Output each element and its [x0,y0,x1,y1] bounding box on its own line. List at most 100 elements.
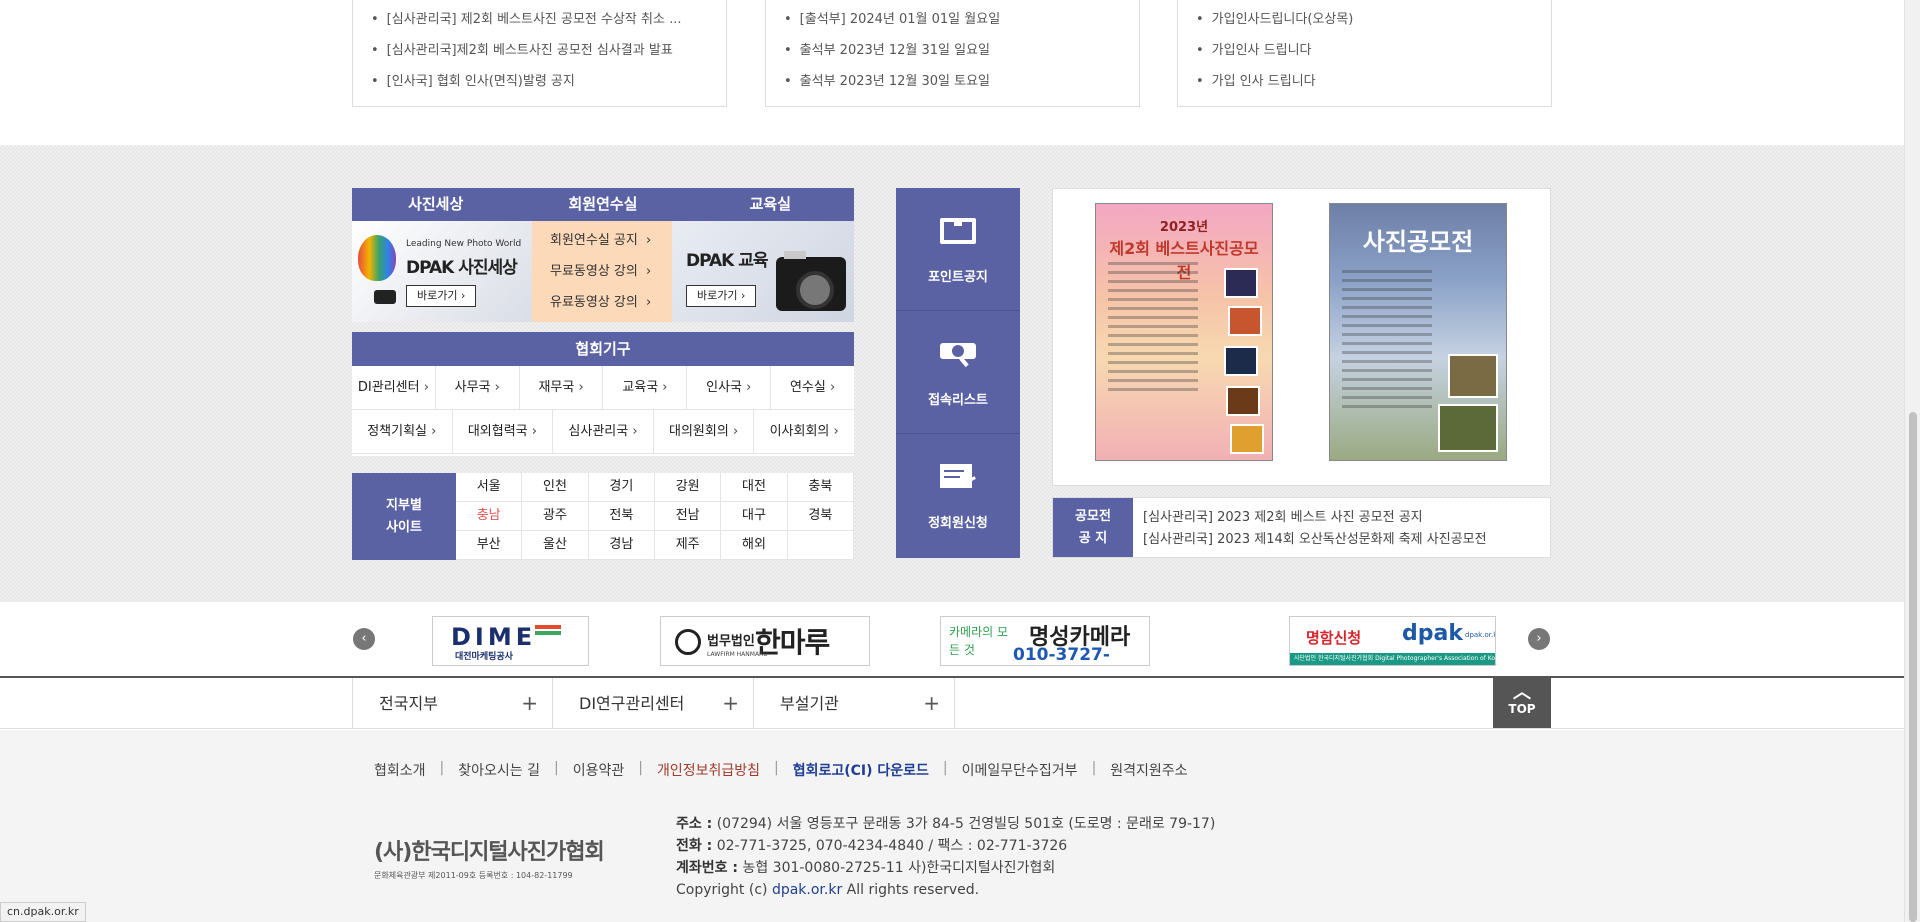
notice-box-greetings: 가입인사드립니다(오상목) 가입인사 드립니다 가입 인사 드립니다 [1177,0,1552,107]
attendance-item[interactable]: [출석부] 2024년 01월 01일 월요일 [784,8,1139,39]
contest-item[interactable]: [심사관리국] 2023 제2회 베스트 사진 공모전 공지 [1143,508,1487,530]
copyright-link[interactable]: dpak.or.kr [772,882,842,898]
education-goto-button[interactable]: 바로가기 [686,285,757,307]
branch-label-line2: 사이트 [386,519,422,535]
osan-photo-poster[interactable]: 사진공모전 [1329,203,1507,461]
banner-myungsung-camera[interactable]: 카메라의 모든 것 명성카메라 010-3727-9106 [940,616,1150,666]
footer-logo-name: (사)한국디지털사진가협회 [374,840,605,865]
branch-link[interactable]: 제주 [655,531,722,560]
branch-link[interactable]: 광주 [522,502,589,531]
branch-link[interactable]: 경북 [787,502,854,531]
best-photo-poster[interactable]: 2023년 제2회 베스트사진공모전 [1095,203,1273,461]
hanmaru-eng: LAWFIRM HANMARU [707,651,768,658]
access-list-button[interactable]: 접속리스트 [896,311,1020,434]
banner-hanmaru[interactable]: 법무법인 한마루 LAWFIRM HANMARU [660,616,870,666]
notice-item[interactable]: [인사국] 협회 인사(면직)발령 공지 [371,70,726,101]
banner-next-button[interactable]: › [1528,628,1550,650]
tab-education[interactable]: 교육실 [687,188,854,221]
page-scrollbar[interactable] [1904,0,1920,922]
org-link[interactable]: 교육국 [603,366,688,409]
poster-photo [1230,424,1264,454]
notice-item[interactable]: [심사관리국] 제2회 베스트사진 공모전 수상작 취소 ... [371,8,726,39]
scrollbar-thumb[interactable] [1909,412,1917,922]
free-video-link[interactable]: 무료동영상 강의 [532,260,672,291]
education-panel: DPAK 교육 바로가기 [672,221,854,322]
point-notice-button[interactable]: 포인트공지 [896,188,1020,311]
photo-world-goto-button[interactable]: 바로가기 [406,285,477,307]
dpak-org-bar: 사단법인 한국디지털사진가협회 Digital Photographer's A… [1290,653,1495,665]
branch-link[interactable]: 서울 [456,473,523,502]
org-link[interactable]: 인사국 [687,366,772,409]
footer-logo: (사)한국디지털사진가협회 문화체육관광부 제2011-09호 등록번호 : 1… [374,834,605,881]
phone-label: 전화 : [676,838,713,854]
org-link[interactable]: 대의원회의 [654,410,755,453]
org-link[interactable]: 심사관리국 [553,410,654,453]
camera-shop-phone: 010-3727-9106 [1013,645,1110,665]
greeting-item[interactable]: 가입인사드립니다(오상목) [1196,8,1551,39]
branch-sites: 지부별 사이트 서울 인천 경기 강원 대전 충북 충남 광주 전북 전남 대구 … [352,473,854,560]
poster-photo [1228,306,1262,336]
scroll-top-button[interactable]: ︿ TOP [1493,676,1551,728]
branch-link[interactable]: 전남 [655,502,722,531]
magnifier-icon [940,343,976,368]
training-links-panel: 회원연수실 공지 무료동영상 강의 유료동영상 강의 [532,221,672,322]
training-notice-link[interactable]: 회원연수실 공지 [532,229,672,260]
footer-link-logo-download[interactable]: 협회로고(CI) 다운로드 [793,760,929,780]
banner-prev-button[interactable]: ‹ [353,628,375,650]
member-apply-button[interactable]: 정회원신청 [896,434,1020,557]
branch-link[interactable]: 대구 [721,502,788,531]
tab-member-training[interactable]: 회원연수실 [519,188,686,221]
contest-label-line1: 공모전 [1075,508,1111,524]
banner-dime[interactable]: DIME 대전마케팅공사 [432,616,589,666]
branch-link[interactable]: 대전 [721,473,788,502]
member-apply-label: 정회원신청 [928,516,988,531]
greeting-item[interactable]: 가입 인사 드립니다 [1196,70,1551,101]
footer-menu-bar: 전국지부 + DI연구관리센터 + 부설기관 + [0,676,1904,729]
org-link[interactable]: 사무국 [436,366,520,409]
footer-link-about[interactable]: 협회소개 [374,760,426,780]
attendance-item[interactable]: 출석부 2023년 12월 30일 토요일 [784,70,1139,101]
photo-world-panel: Leading New Photo World DPAK 사진세상 바로가기 [352,221,532,322]
branch-link[interactable]: 인천 [522,473,589,502]
footer-link-directions[interactable]: 찾아오시는 길 [458,760,540,780]
branch-link[interactable]: 충북 [787,473,854,502]
footer-link-privacy[interactable]: 개인정보취급방침 [657,760,760,780]
notice-section: [심사관리국] 제2회 베스트사진 공모전 수상작 취소 ... [심사관리국]… [0,0,1904,145]
education-brand: DPAK 교육 [686,251,769,271]
footer-menu-branches[interactable]: 전국지부 + [352,678,553,729]
branch-link[interactable]: 경기 [588,473,655,502]
plus-icon: + [722,691,739,715]
org-link[interactable]: 정책기획실 [352,410,453,453]
branch-link[interactable]: 해외 [721,531,788,560]
notice-item[interactable]: [심사관리국]제2회 베스트사진 공모전 심사결과 발표 [371,39,726,70]
footer-link-remote-support[interactable]: 원격지원주소 [1110,760,1187,780]
contest-label-line2: 공 지 [1078,530,1108,546]
wallet-icon [940,218,976,244]
attendance-item[interactable]: 출석부 2023년 12월 31일 일요일 [784,39,1139,70]
org-link[interactable]: 이사회회의 [754,410,854,453]
footer-menu-affiliates[interactable]: 부설기관 + [754,678,955,729]
greeting-item[interactable]: 가입인사 드립니다 [1196,39,1551,70]
footer-link-terms[interactable]: 이용약관 [573,760,625,780]
org-link[interactable]: 연수실 [771,366,854,409]
form-pen-icon [940,464,976,488]
chevron-up-icon: ︿ [1513,682,1531,703]
org-link[interactable]: 대외협력국 [453,410,554,453]
tab-photo-world[interactable]: 사진세상 [352,188,519,221]
org-link[interactable]: 재무국 [520,366,604,409]
footer-link-email-refusal[interactable]: 이메일무단수집거부 [962,760,1078,780]
dime-logo-bar [535,631,561,635]
paid-video-link[interactable]: 유료동영상 강의 [532,291,672,322]
branch-link[interactable]: 울산 [522,531,589,560]
footer-menu-di-center[interactable]: DI연구관리센터 + [553,678,754,729]
branch-link[interactable]: 강원 [655,473,722,502]
org-link[interactable]: DI관리센터 [352,366,436,409]
branch-link-active[interactable]: 충남 [456,502,523,531]
branch-link[interactable]: 경남 [588,531,655,560]
banner-business-card[interactable]: 명함신청 dpak dpak.or.kr 사단법인 한국디지털사진가협회 Dig… [1289,616,1496,666]
photo-world-block: 사진세상 회원연수실 교육실 Leading New Photo World D… [352,188,854,322]
branch-link[interactable]: 부산 [456,531,523,560]
branch-link[interactable]: 전북 [588,502,655,531]
copyright-prefix: Copyright (c) [676,882,768,898]
contest-item[interactable]: [심사관리국] 2023 제14회 오산독산성문화제 축제 사진공모전 [1143,530,1487,552]
